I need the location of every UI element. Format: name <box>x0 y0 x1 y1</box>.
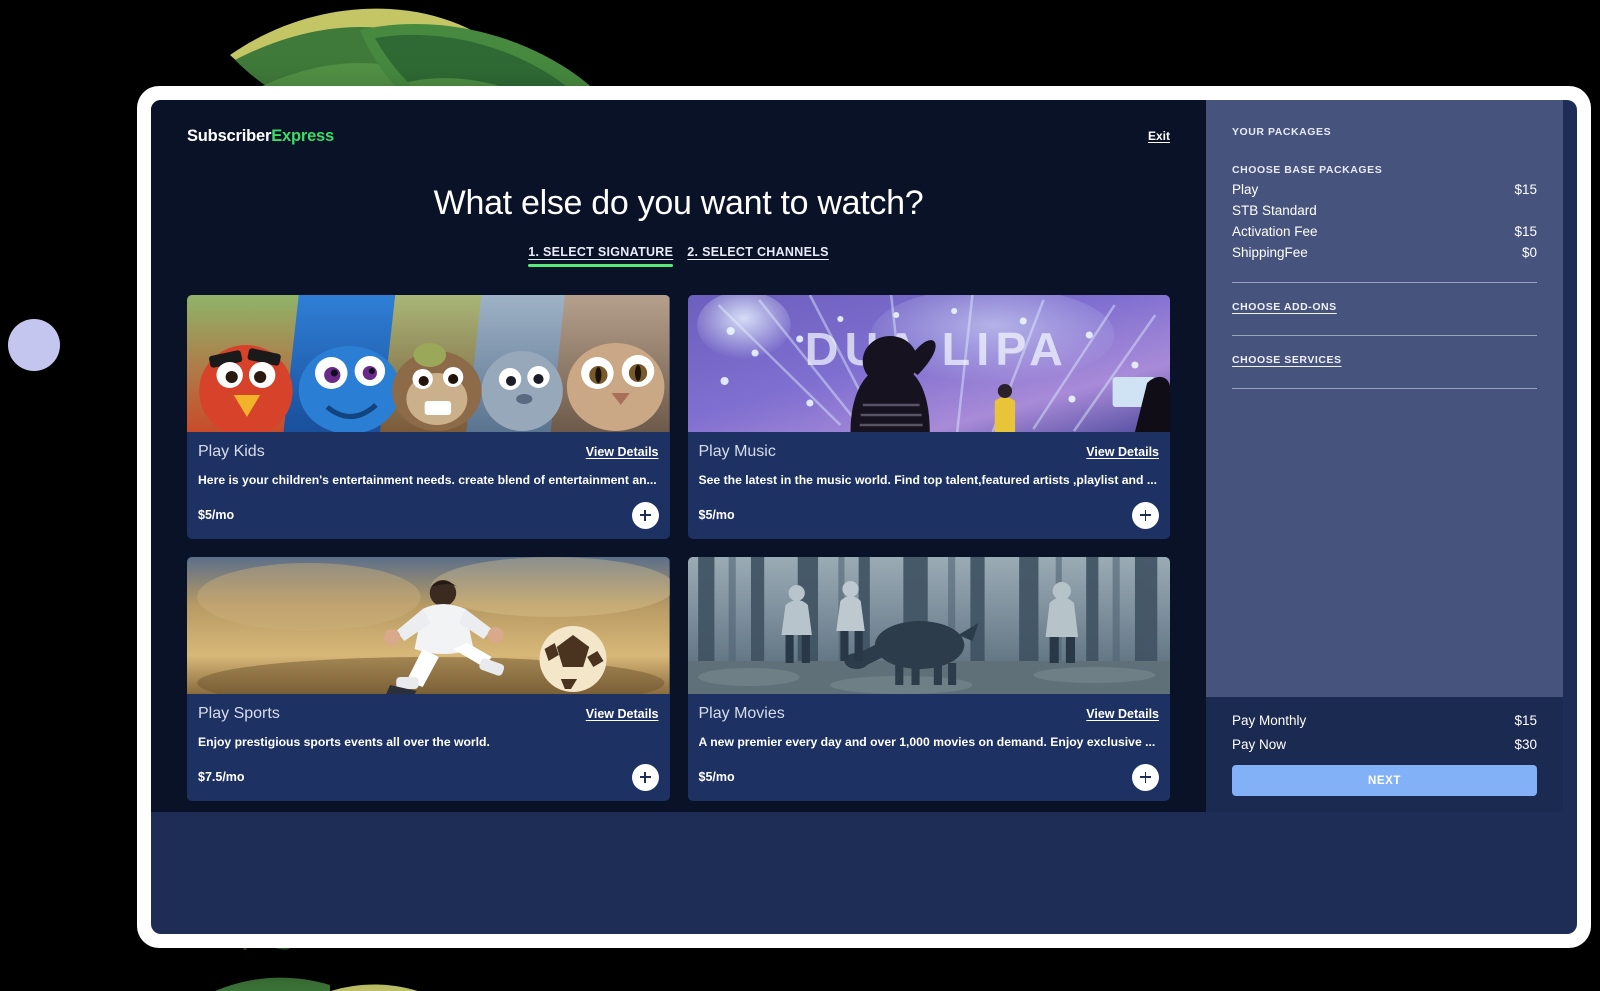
lavender-circle <box>8 319 60 371</box>
package-price: $15 <box>1514 182 1537 197</box>
screenshot-root: SubscriberExpress Exit What else do you … <box>0 0 1600 991</box>
package-price: $15 <box>1514 224 1537 239</box>
card-body: Play Movies View Details A new premier e… <box>688 694 1171 801</box>
total-label: Pay Now <box>1232 737 1287 752</box>
base-package-row: STB Standard <box>1232 203 1537 218</box>
device-screen: SubscriberExpress Exit What else do you … <box>151 100 1577 934</box>
divider <box>1232 282 1537 283</box>
top-bar: SubscriberExpress Exit <box>187 100 1170 150</box>
exit-link[interactable]: Exit <box>1148 129 1170 143</box>
package-name: STB Standard <box>1232 203 1317 218</box>
card-image-concert-stage: DUA LIPA <box>687 295 1170 432</box>
tab-select-signature[interactable]: 1. SELECT SIGNATURE <box>528 245 674 267</box>
total-row-pay-now: Pay Now $30 <box>1232 737 1537 752</box>
base-packages-caption: CHOOSE BASE PACKAGES <box>1232 164 1383 176</box>
app-logo: SubscriberExpress <box>187 127 334 146</box>
step-tabs: 1. SELECT SIGNATURE 2. SELECT CHANNELS <box>187 245 1170 267</box>
sidebar-title: YOUR PACKAGES <box>1232 126 1332 138</box>
add-package-button[interactable] <box>1132 763 1159 791</box>
package-price: $0 <box>1521 245 1537 260</box>
choose-addons-link[interactable]: CHOOSE ADD-ONS <box>1232 301 1537 313</box>
card-title: Play Movies <box>698 705 785 722</box>
sidebar-scroll-area: YOUR PACKAGES CHOOSE BASE PACKAGES Play … <box>1206 100 1563 697</box>
card-price: $7.5/mo <box>198 770 245 784</box>
add-package-button[interactable] <box>1132 501 1159 529</box>
packages-sidebar: YOUR PACKAGES CHOOSE BASE PACKAGES Play … <box>1206 100 1563 812</box>
card-price: $5/mo <box>198 508 235 522</box>
base-package-row: ShippingFee $0 <box>1232 245 1537 260</box>
tab-select-channels[interactable]: 2. SELECT CHANNELS <box>687 245 829 267</box>
next-button[interactable]: NEXT <box>1232 765 1537 796</box>
divider <box>1232 388 1537 389</box>
divider <box>1232 335 1537 336</box>
add-package-button[interactable] <box>631 501 659 529</box>
total-label: Pay Monthly <box>1232 713 1307 728</box>
main-panel: SubscriberExpress Exit What else do you … <box>151 100 1206 812</box>
lower-left-leaf-group <box>215 977 418 991</box>
package-name: Activation Fee <box>1232 224 1318 239</box>
app-window: SubscriberExpress Exit What else do you … <box>151 100 1563 812</box>
card-description: Enjoy prestigious sports events all over… <box>198 735 490 749</box>
svg-text:DUA LIPA: DUA LIPA <box>804 323 1068 375</box>
package-card-play-kids[interactable]: Play Kids View Details Here is your chil… <box>187 295 670 539</box>
card-image-kids-characters <box>187 295 670 432</box>
package-card-play-music[interactable]: DUA LIPA Play Music View Details See the… <box>687 295 1171 539</box>
view-details-link[interactable]: View Details <box>586 445 659 459</box>
card-description: A new premier every day and over 1,000 m… <box>698 735 1156 749</box>
card-description: Here is your children's entertainment ne… <box>198 473 657 487</box>
card-description: See the latest in the music world. Find … <box>698 473 1157 487</box>
card-price: $5/mo <box>698 508 735 522</box>
card-image-forest-scene <box>687 557 1170 694</box>
card-price: $5/mo <box>698 770 735 784</box>
card-title: Play Music <box>698 443 776 460</box>
device-frame: SubscriberExpress Exit What else do you … <box>137 86 1591 948</box>
package-name: Play <box>1232 182 1259 197</box>
package-card-play-sports[interactable]: Play Sports View Details Enjoy prestigio… <box>187 557 670 801</box>
card-title: Play Sports <box>198 705 280 722</box>
total-row-pay-monthly: Pay Monthly $15 <box>1232 713 1537 728</box>
view-details-link[interactable]: View Details <box>1086 445 1159 459</box>
total-value: $15 <box>1514 713 1537 728</box>
package-name: ShippingFee <box>1232 245 1308 260</box>
base-package-row: Play $15 <box>1232 182 1537 197</box>
card-body: Play Kids View Details Here is your chil… <box>187 432 670 539</box>
card-title: Play Kids <box>198 443 265 460</box>
base-package-row: Activation Fee $15 <box>1232 224 1537 239</box>
add-package-button[interactable] <box>631 763 659 791</box>
total-value: $30 <box>1514 737 1537 752</box>
card-body: Play Sports View Details Enjoy prestigio… <box>187 694 670 801</box>
package-card-grid: Play Kids View Details Here is your chil… <box>187 295 1170 801</box>
logo-part-two: Express <box>271 126 335 145</box>
page-title: What else do you want to watch? <box>433 184 924 222</box>
view-details-link[interactable]: View Details <box>586 707 659 721</box>
package-card-play-movies[interactable]: Play Movies View Details A new premier e… <box>687 557 1171 801</box>
card-image-soccer-player <box>187 557 670 694</box>
choose-services-link[interactable]: CHOOSE SERVICES <box>1232 354 1537 366</box>
view-details-link[interactable]: View Details <box>1086 707 1159 721</box>
sidebar-totals-footer: Pay Monthly $15 Pay Now $30 NEXT <box>1206 697 1563 812</box>
card-body: Play Music View Details See the latest i… <box>688 432 1171 539</box>
logo-part-one: Subscriber <box>187 126 272 145</box>
